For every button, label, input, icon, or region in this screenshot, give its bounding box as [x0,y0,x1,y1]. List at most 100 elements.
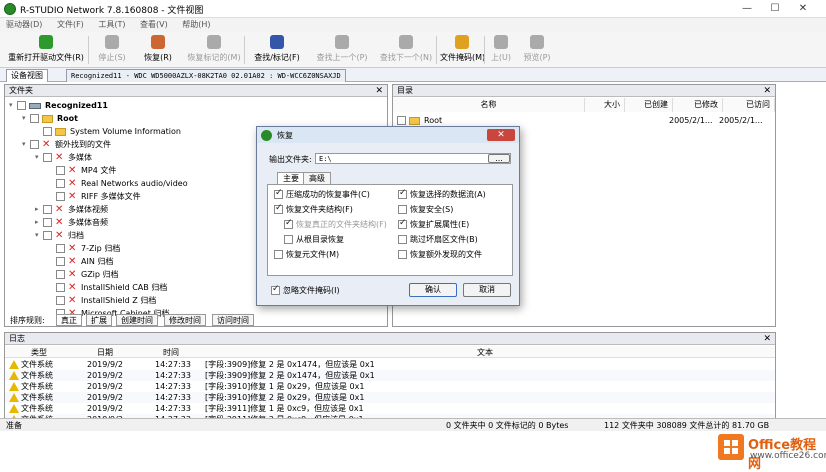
tree-node[interactable]: ✕ 7-Zip 归档 [48,242,120,255]
tree-node[interactable]: ▾ Root [22,112,78,125]
ok-button[interactable]: 确认 [409,283,457,297]
tree-node[interactable]: System Volume Information [35,125,181,138]
ignore-mask-option[interactable]: 忽略文件掩码(I) [271,284,340,296]
find-mark-button[interactable]: 查找/标记(F) [250,35,304,65]
tab-file-path[interactable]: Recognized11 - WDC WD5000AZLX-08K2TA0 02… [66,69,346,82]
expand-right-icon[interactable]: ▸ [35,203,43,216]
folder-panel-close-icon[interactable]: ✕ [375,85,383,97]
log-row[interactable]: 文件系统 2019/9/2 14:27:33 [字段:3910]修复 1 是 0x29… [5,381,775,392]
row-checkbox[interactable] [397,116,406,125]
log-row[interactable]: 文件系统 2019/9/2 14:27:33 [字段:3909]修复 2 是 0x14… [5,370,775,381]
cancel-button[interactable]: 取消 [463,283,511,297]
option-checkbox[interactable] [284,235,293,244]
left-option-1[interactable]: 恢复文件夹结构(F) [274,203,353,215]
option-checkbox[interactable] [274,250,283,259]
sort-extension-button[interactable]: 扩展 [86,314,112,326]
tree-node[interactable]: ▾ Recognized11 [9,99,108,112]
option-checkbox[interactable] [398,250,407,259]
right-option-0[interactable]: 恢复选择的数据流(A) [398,188,486,200]
col-name[interactable]: 名称 [393,98,585,112]
right-option-1[interactable]: 恢复安全(S) [398,204,453,215]
tree-checkbox[interactable] [56,179,65,188]
recover-button[interactable]: 恢复(R) [138,35,178,65]
tree-node[interactable]: ✕ MP4 文件 [48,164,116,177]
log-row[interactable]: 文件系统 2019/9/2 14:27:33 [字段:3911]修复 1 是 0xc9… [5,403,775,414]
menu-file[interactable]: 文件(F) [51,18,90,32]
tree-checkbox[interactable] [56,166,65,175]
menu-tools[interactable]: 工具(T) [92,18,131,32]
tree-node[interactable]: ▾ ✕ 额外找到的文件 [22,138,111,151]
menu-view[interactable]: 查看(V) [134,18,174,32]
maximize-button[interactable]: ☐ [764,2,786,16]
col-modified[interactable]: 已修改 [673,98,723,112]
option-checkbox[interactable] [398,235,407,244]
tree-checkbox[interactable] [43,127,52,136]
tree-node[interactable]: ▾ ✕ 归档 [35,229,84,242]
ignore-mask-checkbox[interactable] [271,284,280,295]
tree-checkbox[interactable] [56,244,65,253]
log-col-date[interactable]: 日期 [97,347,113,358]
tree-node[interactable]: ✕ GZip 归档 [48,268,119,281]
col-accessed[interactable]: 已访问 [723,98,775,112]
tree-node[interactable]: ✕ InstallShield CAB 归档 [48,281,167,294]
tree-checkbox[interactable] [56,296,65,305]
option-checkbox[interactable] [398,218,407,229]
option-checkbox[interactable] [274,188,283,199]
right-option-3[interactable]: 跳过坏扇区文件(B) [398,234,478,245]
left-option-4[interactable]: 恢复元文件(M) [274,249,339,260]
tree-node[interactable]: ✕ RIFF 多媒体文件 [48,190,141,203]
log-col-type[interactable]: 类型 [31,347,47,358]
option-checkbox[interactable] [274,203,283,214]
find-next-button[interactable]: 查找下一个(N) [378,35,434,65]
up-button[interactable]: 上(U) [488,35,514,65]
expand-down-icon[interactable]: ▾ [22,138,30,151]
browse-button[interactable]: ... [488,154,510,163]
expand-right-icon[interactable]: ▸ [35,216,43,229]
tree-node[interactable]: ▾ ✕ 多媒体 [35,151,92,164]
close-window-button[interactable]: ✕ [792,2,814,16]
stop-button[interactable]: 停止(S) [92,35,132,65]
col-size[interactable]: 大小 [585,98,625,112]
expand-down-icon[interactable]: ▾ [35,229,43,242]
tree-checkbox[interactable] [56,192,65,201]
tree-checkbox[interactable] [56,257,65,266]
output-folder-input[interactable]: E:\ [315,153,511,164]
find-prev-button[interactable]: 查找上一个(P) [314,35,370,65]
left-option-3[interactable]: 从根目录恢复 [284,234,344,245]
reopen-drive-button[interactable]: 重新打开驱动文件(R) [4,35,88,65]
expand-down-icon[interactable]: ▾ [9,99,17,112]
expand-down-icon[interactable]: ▾ [22,112,30,125]
right-option-2[interactable]: 恢复扩展属性(E) [398,218,469,230]
tree-node[interactable]: ✕ Real Networks audio/video [48,177,188,190]
preview-button[interactable]: 预览(P) [520,35,554,65]
tree-checkbox[interactable] [30,114,39,123]
file-mask-button[interactable]: 文件掩码(M) [440,35,485,65]
sort-created-button[interactable]: 创建时间 [116,314,158,326]
log-col-time[interactable]: 时间 [163,347,179,358]
log-col-text[interactable]: 文本 [477,347,493,358]
tree-checkbox[interactable] [30,140,39,149]
dialog-close-button[interactable]: ✕ [487,129,515,141]
directory-panel-close-icon[interactable]: ✕ [763,85,771,97]
tree-node[interactable]: ✕ AIN 归档 [48,255,113,268]
right-option-4[interactable]: 恢复额外发现的文件 [398,249,482,260]
log-panel-close-icon[interactable]: ✕ [763,333,771,345]
tree-checkbox[interactable] [56,283,65,292]
tree-node[interactable]: ▸ ✕ 多媒体音频 [35,216,108,229]
tree-checkbox[interactable] [43,205,52,214]
menu-help[interactable]: 帮助(H) [176,18,216,32]
tree-checkbox[interactable] [43,218,52,227]
expand-down-icon[interactable]: ▾ [35,151,43,164]
tab-device-view[interactable]: 设备视图 [6,69,48,82]
sort-modified-button[interactable]: 修改时间 [164,314,206,326]
sort-true-button[interactable]: 真正 [56,314,82,326]
option-checkbox[interactable] [398,205,407,214]
sort-accessed-button[interactable]: 访问时间 [212,314,254,326]
tree-node[interactable]: ▸ ✕ 多媒体视频 [35,203,108,216]
tree-checkbox[interactable] [43,231,52,240]
col-created[interactable]: 已创建 [625,98,673,112]
recover-marked-button[interactable]: 恢复标记的(M) [186,35,242,65]
tab-advanced[interactable]: 高级 [303,172,331,184]
log-row[interactable]: 文件系统 2019/9/2 14:27:33 [字段:3909]修复 2 是 0x14… [5,359,775,370]
left-option-0[interactable]: 压缩成功的恢复事件(C) [274,188,370,200]
